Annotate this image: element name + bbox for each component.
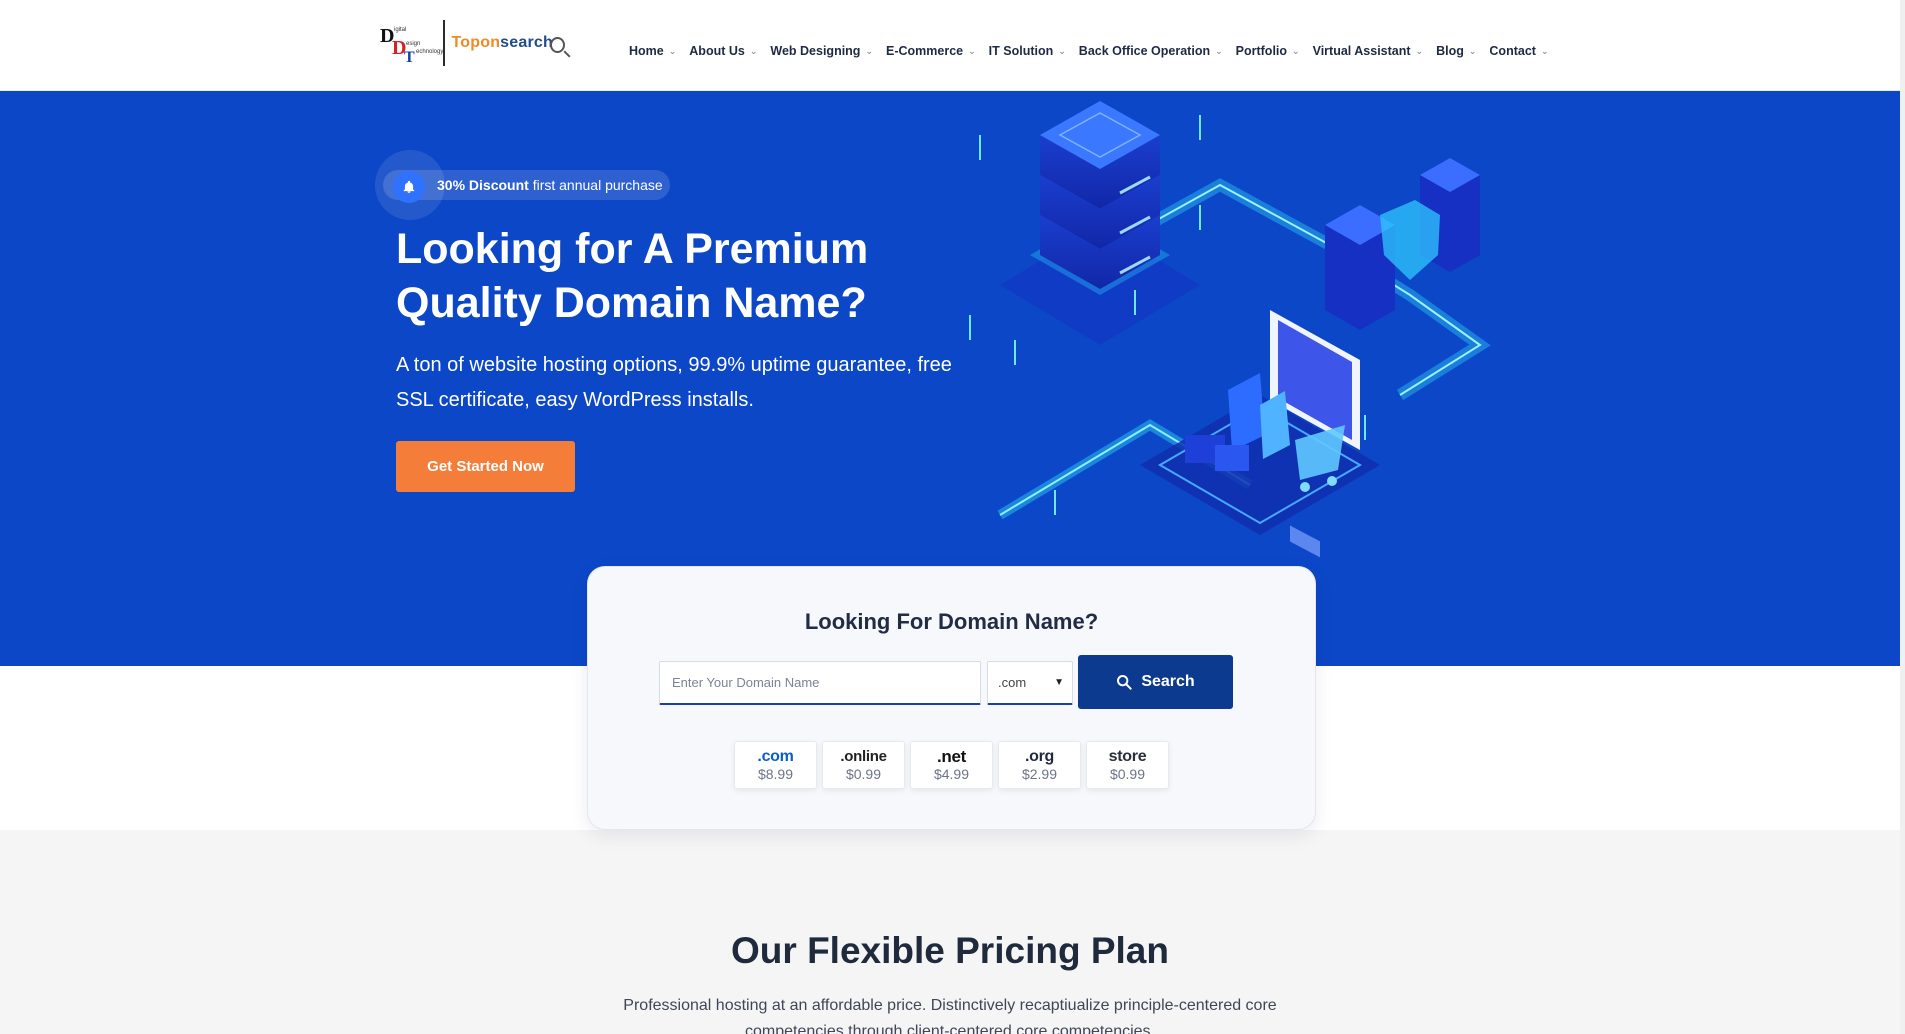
get-started-button[interactable]: Get Started Now <box>396 441 575 492</box>
domain-search-title: Looking For Domain Name? <box>804 609 1099 634</box>
chevron-down-icon: ▼ <box>1054 677 1064 688</box>
logo-word-digital: igital <box>394 27 407 33</box>
logo-mark: D igital D esign T echnology <box>380 19 444 67</box>
nav-item-blog[interactable]: Blog ⌄ <box>1436 44 1476 58</box>
domain-search-input[interactable] <box>659 661 981 705</box>
chevron-down-icon: ⌄ <box>865 45 873 56</box>
tld-name: .org <box>1024 748 1055 765</box>
tld-select-value: .com <box>998 675 1027 690</box>
search-button[interactable]: Search <box>1078 655 1233 709</box>
tld-name: .com <box>757 748 794 765</box>
bell-icon <box>393 171 425 203</box>
chevron-down-icon: ⌄ <box>668 45 677 56</box>
tld-card-store[interactable]: store $0.99 <box>1086 741 1169 789</box>
site-logo[interactable]: D igital D esign T echnology Toponsearch <box>380 18 566 68</box>
nav-label: Home <box>629 44 664 58</box>
nav-item-portfolio[interactable]: Portfolio ⌄ <box>1236 44 1300 58</box>
search-button-label: Search <box>1141 673 1195 690</box>
tld-card-net[interactable]: .net $4.99 <box>910 741 993 789</box>
nav-item-contact[interactable]: Contact ⌄ <box>1489 44 1548 58</box>
page: D igital D esign T echnology Toponsearch… <box>0 0 1905 1034</box>
chevron-down-icon: ⌄ <box>968 45 976 56</box>
tld-price-list: .com $8.99 .online $0.99 .net $4.99 .org… <box>734 741 1169 789</box>
chevron-down-icon: ⌄ <box>1468 45 1477 56</box>
nav-item-virtual-assistant[interactable]: Virtual Assistant ⌄ <box>1313 44 1424 58</box>
hero-title: Looking for A Premium Quality Domain Nam… <box>396 225 869 327</box>
domain-search-card: Looking For Domain Name? .com ▼ Search .… <box>587 566 1316 830</box>
tld-name: store <box>1108 748 1147 765</box>
logo-word-technology: echnology <box>416 49 444 55</box>
tld-price: $8.99 <box>757 766 794 782</box>
tld-card-online[interactable]: .online $0.99 <box>822 741 905 789</box>
logo-wordmark-part2: search <box>500 34 553 51</box>
tld-select[interactable]: .com ▼ <box>987 661 1073 705</box>
logo-letter-t: T <box>404 49 415 66</box>
badge-text-bold: 30% Discount <box>437 177 529 193</box>
badge-text-rest: first annual purchase <box>528 177 663 193</box>
chevron-down-icon: ⌄ <box>1215 45 1223 56</box>
magnifier-icon <box>549 37 566 53</box>
chevron-down-icon: ⌄ <box>1415 45 1424 56</box>
tld-name: .online <box>840 748 887 765</box>
nav-label: Portfolio <box>1235 44 1288 58</box>
logo-wordmark: Toponsearch <box>451 34 552 52</box>
badge-text: 30% Discount first annual purchase <box>437 177 663 193</box>
tld-card-com[interactable]: .com $8.99 <box>734 741 817 789</box>
nav-label: About Us <box>689 44 745 58</box>
nav-label: IT Solution <box>988 44 1054 58</box>
page-scrollbar[interactable] <box>1900 0 1905 1034</box>
nav-item-home[interactable]: Home ⌄ <box>629 44 676 58</box>
tld-price: $0.99 <box>1109 766 1146 782</box>
search-icon <box>1117 675 1132 690</box>
tld-price: $4.99 <box>933 766 970 782</box>
site-header: D igital D esign T echnology Toponsearch… <box>0 0 1905 91</box>
chevron-down-icon: ⌄ <box>749 45 758 56</box>
tld-card-org[interactable]: .org $2.99 <box>998 741 1081 789</box>
nav-label: Back Office Operation <box>1078 44 1211 58</box>
tld-price: $0.99 <box>845 766 882 782</box>
pricing-description: Professional hosting at an affordable pr… <box>623 997 1277 1034</box>
logo-divider <box>442 20 446 66</box>
main-nav: Home ⌄ About Us ⌄ Web Designing ⌄ E-Commerc… <box>629 44 1561 58</box>
nav-label: Virtual Assistant <box>1312 44 1411 58</box>
pricing-title: Our Flexible Pricing Plan <box>731 930 1169 971</box>
nav-label: Contact <box>1489 44 1536 58</box>
nav-item-web-designing[interactable]: Web Designing ⌄ <box>770 44 873 58</box>
nav-item-about-us[interactable]: About Us ⌄ <box>689 44 757 58</box>
logo-wordmark-part1: Topon <box>451 34 501 51</box>
tld-price: $2.99 <box>1021 766 1058 782</box>
hero-illustration <box>969 101 1491 558</box>
chevron-down-icon: ⌄ <box>1540 45 1549 56</box>
nav-item-e-commerce[interactable]: E-Commerce ⌄ <box>886 44 976 58</box>
hero-subtitle: A ton of website hosting options, 99.9% … <box>396 354 952 411</box>
chevron-down-icon: ⌄ <box>1058 45 1066 56</box>
tld-name: .net <box>936 747 967 766</box>
nav-label: Blog <box>1436 44 1464 58</box>
nav-item-back-office-operation[interactable]: Back Office Operation ⌄ <box>1079 44 1223 58</box>
chevron-down-icon: ⌄ <box>1292 45 1300 56</box>
logo-word-design: esign <box>406 41 421 47</box>
nav-label: Web Designing <box>770 44 861 58</box>
nav-item-it-solution[interactable]: IT Solution ⌄ <box>989 44 1066 58</box>
nav-label: E-Commerce <box>886 44 964 58</box>
